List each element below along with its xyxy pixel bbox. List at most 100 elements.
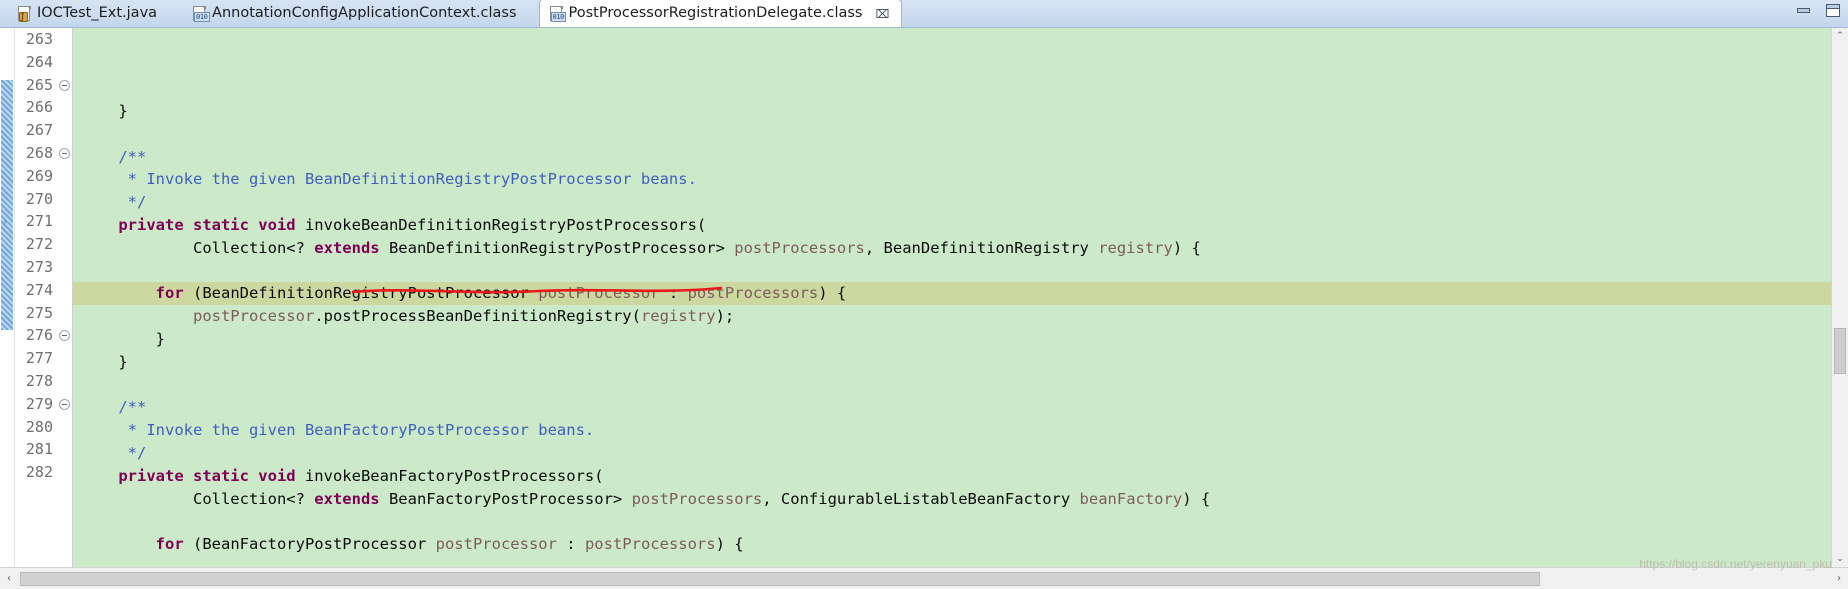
- line-number: 273: [25, 257, 53, 276]
- code-token: /**: [81, 398, 147, 417]
- horizontal-scrollbar-thumb[interactable]: [20, 571, 1540, 586]
- tab-label: IOCTest_Ext.java: [37, 5, 158, 22]
- code-token: /**: [81, 147, 147, 166]
- vertical-scrollbar-thumb[interactable]: [1834, 328, 1846, 374]
- line-number: 276: [25, 326, 53, 345]
- code-token: :: [659, 284, 688, 303]
- code-line[interactable]: [73, 123, 1831, 146]
- code-token: }: [81, 102, 128, 120]
- code-token: ) {: [715, 535, 744, 554]
- annotation-ruler[interactable]: ›: [0, 28, 15, 567]
- code-line[interactable]: }: [73, 100, 1831, 123]
- horizontal-scrollbar[interactable]: ‹ ›: [0, 567, 1848, 589]
- class-file-icon-badge: 010: [194, 11, 210, 22]
- code-line[interactable]: /**: [73, 146, 1831, 169]
- line-number: 266: [25, 98, 53, 117]
- code-token: beanFactory: [1079, 489, 1183, 508]
- code-token: postProcessors: [584, 535, 716, 554]
- code-text-area[interactable]: } /** * Invoke the given BeanDefinitionR…: [73, 28, 1831, 567]
- line-number: 268: [25, 143, 53, 162]
- code-token: * Invoke the given BeanFactoryPostProces…: [81, 421, 595, 440]
- minimize-button[interactable]: [1797, 8, 1810, 13]
- scroll-left-arrow[interactable]: ‹: [0, 573, 18, 584]
- code-token: Collection<?: [81, 489, 315, 508]
- code-token: for: [155, 535, 184, 554]
- code-line[interactable]: private static void invokeBeanDefinition…: [73, 214, 1831, 237]
- vertical-scrollbar[interactable]: ⌃ ⌄: [1831, 28, 1848, 567]
- code-token: private static void: [118, 466, 296, 485]
- code-token: }: [81, 329, 165, 348]
- code-line[interactable]: for (BeanFactoryPostProcessor postProces…: [73, 533, 1831, 556]
- code-line[interactable]: /**: [73, 396, 1831, 419]
- code-token: */: [81, 443, 147, 462]
- code-line[interactable]: [73, 260, 1831, 283]
- code-line[interactable]: */: [73, 191, 1831, 214]
- folding-ruler[interactable]: [57, 28, 73, 567]
- code-token: , ConfigurableListableBeanFactory: [762, 489, 1080, 508]
- class-file-icon-badge: 010: [550, 11, 566, 22]
- code-token: ) {: [818, 284, 847, 303]
- line-number: 281: [25, 440, 53, 459]
- line-number: 277: [25, 349, 53, 368]
- line-number: 265: [25, 75, 53, 94]
- tab-ioctest-ext-java[interactable]: J IOCTest_Ext.java: [8, 0, 169, 27]
- code-editor: › 263 264 265 266 267 268 269 270 271 272 273 274 27…: [0, 28, 1848, 567]
- code-line[interactable]: * Invoke the given BeanFactoryPostProces…: [73, 419, 1831, 442]
- code-line[interactable]: private static void invokeBeanFactoryPos…: [73, 465, 1831, 488]
- fold-collapse-icon[interactable]: [57, 324, 72, 347]
- code-token: * Invoke the given BeanDefinitionRegistr…: [81, 170, 697, 189]
- code-token: registry: [1098, 238, 1173, 257]
- scroll-up-arrow[interactable]: ⌃: [1832, 28, 1848, 44]
- code-token: :: [556, 535, 585, 554]
- code-line[interactable]: postProcessor.postProcessBeanDefinitionR…: [73, 305, 1831, 328]
- code-token: invokeBeanFactoryPostProcessors(: [295, 466, 604, 485]
- code-token: ) {: [1172, 238, 1201, 257]
- code-line[interactable]: [73, 510, 1831, 533]
- fold-collapse-icon[interactable]: [57, 74, 72, 97]
- code-token: postProcessor: [192, 307, 315, 326]
- code-token: extends: [314, 238, 380, 257]
- fold-collapse-icon[interactable]: [57, 393, 72, 416]
- tab-postprocessorregistrationdelegate-class[interactable]: 010 PostProcessorRegistrationDelegate.cl…: [538, 0, 903, 27]
- code-line[interactable]: for (BeanDefinitionRegistryPostProcessor…: [73, 282, 1831, 306]
- close-icon[interactable]: ⌧: [875, 8, 889, 20]
- horizontal-scrollbar-track[interactable]: [20, 571, 1828, 586]
- tab-annotationconfigapplicationcontext-class[interactable]: 010 AnnotationConfigApplicationContext.c…: [183, 0, 528, 27]
- code-line[interactable]: */: [73, 442, 1831, 465]
- line-number: 263: [25, 30, 53, 48]
- code-token: private static void: [118, 215, 296, 234]
- code-line[interactable]: [73, 374, 1831, 397]
- class-file-icon: 010: [549, 5, 566, 22]
- scroll-right-arrow[interactable]: ›: [1830, 573, 1848, 584]
- line-number: 275: [25, 303, 53, 322]
- code-line[interactable]: * Invoke the given BeanDefinitionRegistr…: [73, 168, 1831, 191]
- code-token: registry: [640, 307, 716, 326]
- scroll-down-arrow[interactable]: ⌄: [1832, 551, 1848, 567]
- code-line[interactable]: }: [73, 351, 1831, 374]
- maximize-button[interactable]: [1826, 4, 1840, 17]
- code-line[interactable]: Collection<? extends BeanFactoryPostProc…: [73, 488, 1831, 511]
- occurrence-marker: [1, 80, 13, 330]
- line-number: 271: [25, 212, 53, 231]
- code-line[interactable]: Collection<? extends BeanDefinitionRegis…: [73, 237, 1831, 260]
- code-token: postProcessor: [435, 535, 557, 554]
- eclipse-editor-window: J IOCTest_Ext.java 010 AnnotationConfigA…: [0, 0, 1848, 589]
- fold-collapse-icon[interactable]: [57, 142, 72, 165]
- class-file-icon: 010: [193, 5, 210, 22]
- code-line[interactable]: }: [73, 328, 1831, 351]
